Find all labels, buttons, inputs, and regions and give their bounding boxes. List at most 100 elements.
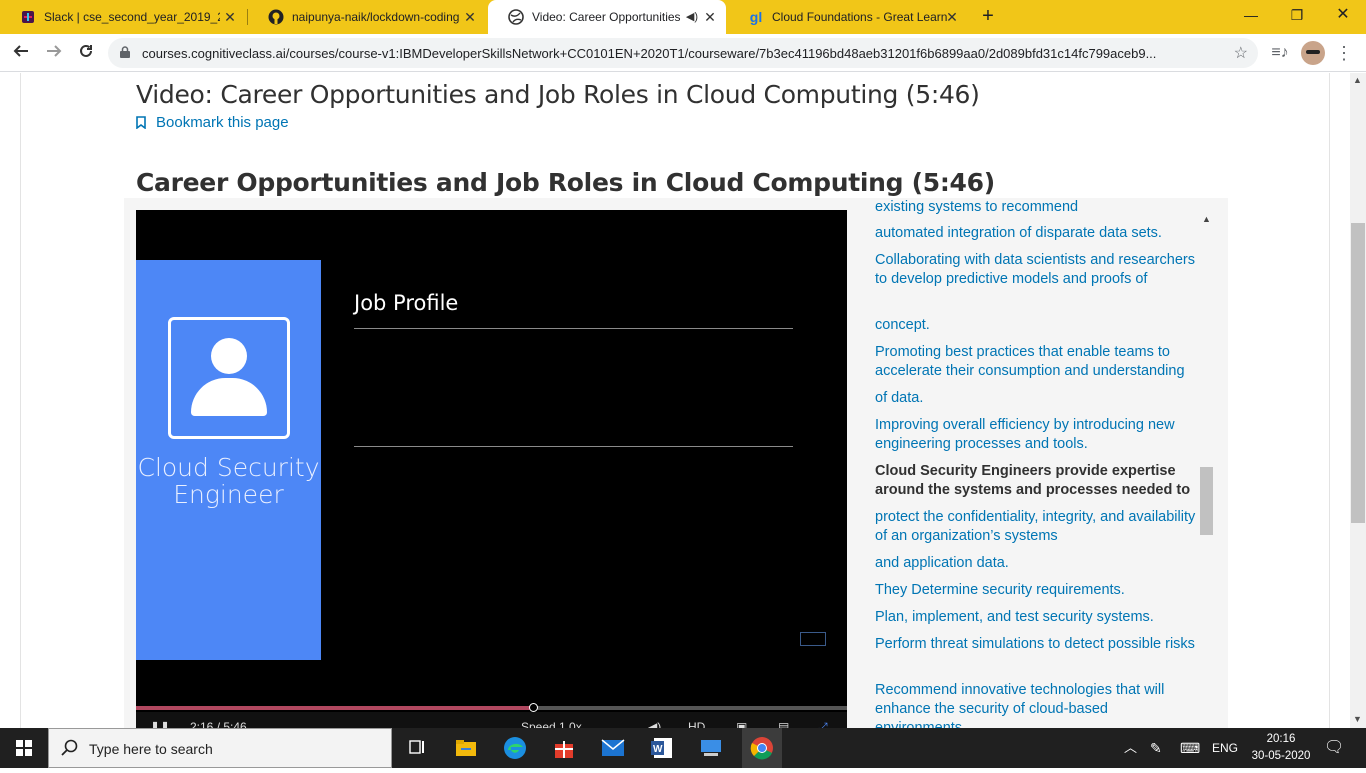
quality-button[interactable]: HD (688, 720, 705, 728)
media-control-icon[interactable]: ≡♪ (1268, 41, 1292, 65)
back-button[interactable] (9, 41, 33, 65)
menu-icon[interactable]: ⋮ (1332, 41, 1356, 65)
scroll-down-icon[interactable]: ▼ (1353, 714, 1362, 724)
fullscreen-icon[interactable]: ⤢ (818, 720, 828, 728)
transcript-toggle-icon[interactable]: ▤ (778, 720, 789, 728)
pen-icon[interactable]: ✎ (1150, 728, 1162, 768)
edge-icon[interactable] (500, 733, 530, 763)
transcript-scroll-up-icon[interactable]: ▲ (1202, 214, 1211, 224)
transcript-line[interactable]: of data. (875, 389, 1197, 408)
tray-chevron-icon[interactable]: ︿ (1124, 728, 1137, 768)
taskbar-search[interactable]: Type here to search (48, 728, 392, 768)
search-icon (61, 739, 78, 756)
transcript-line[interactable]: automated integration of disparate data … (875, 224, 1197, 243)
forward-button[interactable] (42, 41, 66, 65)
slide-divider (354, 446, 793, 447)
minimize-button[interactable]: — (1228, 0, 1274, 30)
transcript-line[interactable]: Recommend innovative technologies that w… (875, 681, 1197, 728)
volume-icon[interactable]: ◀) (648, 720, 661, 728)
svg-text:W: W (653, 744, 663, 755)
slide-divider (354, 328, 793, 329)
pc-settings-icon[interactable] (696, 733, 726, 763)
arrow-right-icon (47, 45, 62, 57)
tab-github[interactable]: naipunya-naik/lockdown-coding ✕ (248, 0, 486, 34)
globe-icon (508, 9, 524, 25)
tab-title: Cloud Foundations - Great Learn (772, 10, 948, 24)
tab-video[interactable]: Video: Career Opportunities ◀) ✕ (488, 0, 726, 34)
bookmark-button[interactable]: Bookmark this page (136, 114, 289, 131)
content-border (20, 73, 21, 728)
video-title: Career Opportunities and Job Roles in Cl… (136, 168, 995, 197)
start-button[interactable] (0, 728, 48, 768)
bookmark-label: Bookmark this page (156, 114, 289, 131)
scroll-up-icon[interactable]: ▲ (1353, 75, 1362, 85)
transcript-scrollbar-thumb[interactable] (1200, 467, 1213, 535)
tab-great-learning[interactable]: gl Cloud Foundations - Great Learn ✕ (728, 0, 968, 34)
play-pause-icon[interactable]: ❚❚ (150, 720, 170, 728)
transcript-line[interactable]: Perform threat simulations to detect pos… (875, 635, 1197, 654)
transcript-line[interactable]: existing systems to recommend (875, 198, 1197, 217)
url-text: courses.cognitiveclass.ai/courses/course… (142, 46, 1157, 61)
speed-button[interactable]: Speed 1.0x (521, 720, 582, 728)
address-bar[interactable]: courses.cognitiveclass.ai/courses/course… (108, 38, 1258, 68)
slide-heading: Job Profile (354, 291, 459, 315)
windows-icon (16, 740, 32, 756)
transcript-line[interactable]: concept. (875, 316, 1197, 335)
transcript-line[interactable]: Plan, implement, and test security syste… (875, 608, 1197, 627)
unit-title: Video: Career Opportunities and Job Role… (136, 80, 980, 109)
video-progress-fill (136, 706, 534, 710)
taskbar-clock[interactable]: 20:16 30-05-2020 (1240, 731, 1322, 765)
notification-icon[interactable]: 🗨 (1324, 728, 1344, 768)
slide-role-name: Cloud Security Engineer (137, 453, 320, 509)
bookmark-icon (136, 116, 146, 129)
close-icon[interactable]: ✕ (944, 9, 960, 25)
transcript-line-current[interactable]: Cloud Security Engineers provide experti… (875, 462, 1197, 500)
transcript-line[interactable]: and application data. (875, 554, 1197, 573)
search-placeholder: Type here to search (89, 741, 213, 757)
keyboard-icon[interactable]: ⌨ (1180, 728, 1200, 768)
close-icon[interactable]: ✕ (222, 9, 238, 25)
github-icon (268, 9, 284, 25)
content-border (1329, 73, 1330, 728)
ibm-logo-icon (800, 632, 826, 646)
video-time: 2:16 / 5:46 (190, 720, 247, 728)
new-tab-button[interactable]: + (976, 5, 1000, 29)
clock-time: 20:16 (1266, 733, 1296, 745)
transcript-line[interactable]: They Determine security requirements. (875, 581, 1197, 600)
transcript-panel: existing systems to recommend automated … (862, 198, 1198, 728)
transcript-line[interactable]: Improving overall efficiency by introduc… (875, 416, 1197, 454)
transcript-line[interactable]: protect the confidentiality, integrity, … (875, 508, 1197, 546)
video-controls: ❚❚ 2:16 / 5:46 Speed 1.0x ◀) HD ▣ ▤ ⤢ (136, 712, 847, 728)
word-icon[interactable]: W (647, 733, 677, 763)
transcript-line[interactable]: Promoting best practices that enable tea… (875, 343, 1197, 381)
reload-button[interactable] (74, 41, 98, 65)
avatar[interactable] (1301, 41, 1325, 65)
bookmark-star-icon[interactable]: ☆ (1234, 43, 1248, 63)
tab-title: naipunya-naik/lockdown-coding (292, 10, 460, 24)
tab-slack[interactable]: Slack | cse_second_year_2019_20 ✕ (0, 0, 246, 34)
tab-title: Video: Career Opportunities (532, 10, 680, 24)
page-scrollbar-thumb[interactable] (1351, 223, 1365, 523)
close-icon[interactable]: ✕ (462, 9, 478, 25)
language-indicator[interactable]: ENG (1212, 728, 1238, 768)
tab-title: Slack | cse_second_year_2019_20 (44, 10, 220, 24)
chrome-icon[interactable] (742, 728, 782, 768)
mail-icon[interactable] (598, 733, 628, 763)
slack-icon (20, 9, 36, 25)
video-progress-handle[interactable] (529, 703, 538, 712)
gift-app-icon[interactable] (549, 733, 579, 763)
speaker-icon[interactable]: ◀) (686, 10, 698, 23)
person-icon (211, 338, 247, 374)
file-explorer-icon[interactable] (451, 733, 481, 763)
close-icon[interactable]: ✕ (702, 9, 718, 25)
maximize-button[interactable]: ❐ (1274, 0, 1320, 30)
reload-icon (80, 44, 92, 57)
captions-icon[interactable]: ▣ (736, 720, 747, 728)
slide-content-panel (321, 260, 847, 660)
arrow-left-icon (13, 45, 28, 57)
clock-date: 30-05-2020 (1251, 750, 1311, 762)
close-window-button[interactable]: ✕ (1320, 0, 1366, 30)
lock-icon (120, 46, 130, 58)
task-view-icon[interactable] (402, 733, 432, 763)
transcript-line[interactable]: Collaborating with data scientists and r… (875, 251, 1197, 289)
